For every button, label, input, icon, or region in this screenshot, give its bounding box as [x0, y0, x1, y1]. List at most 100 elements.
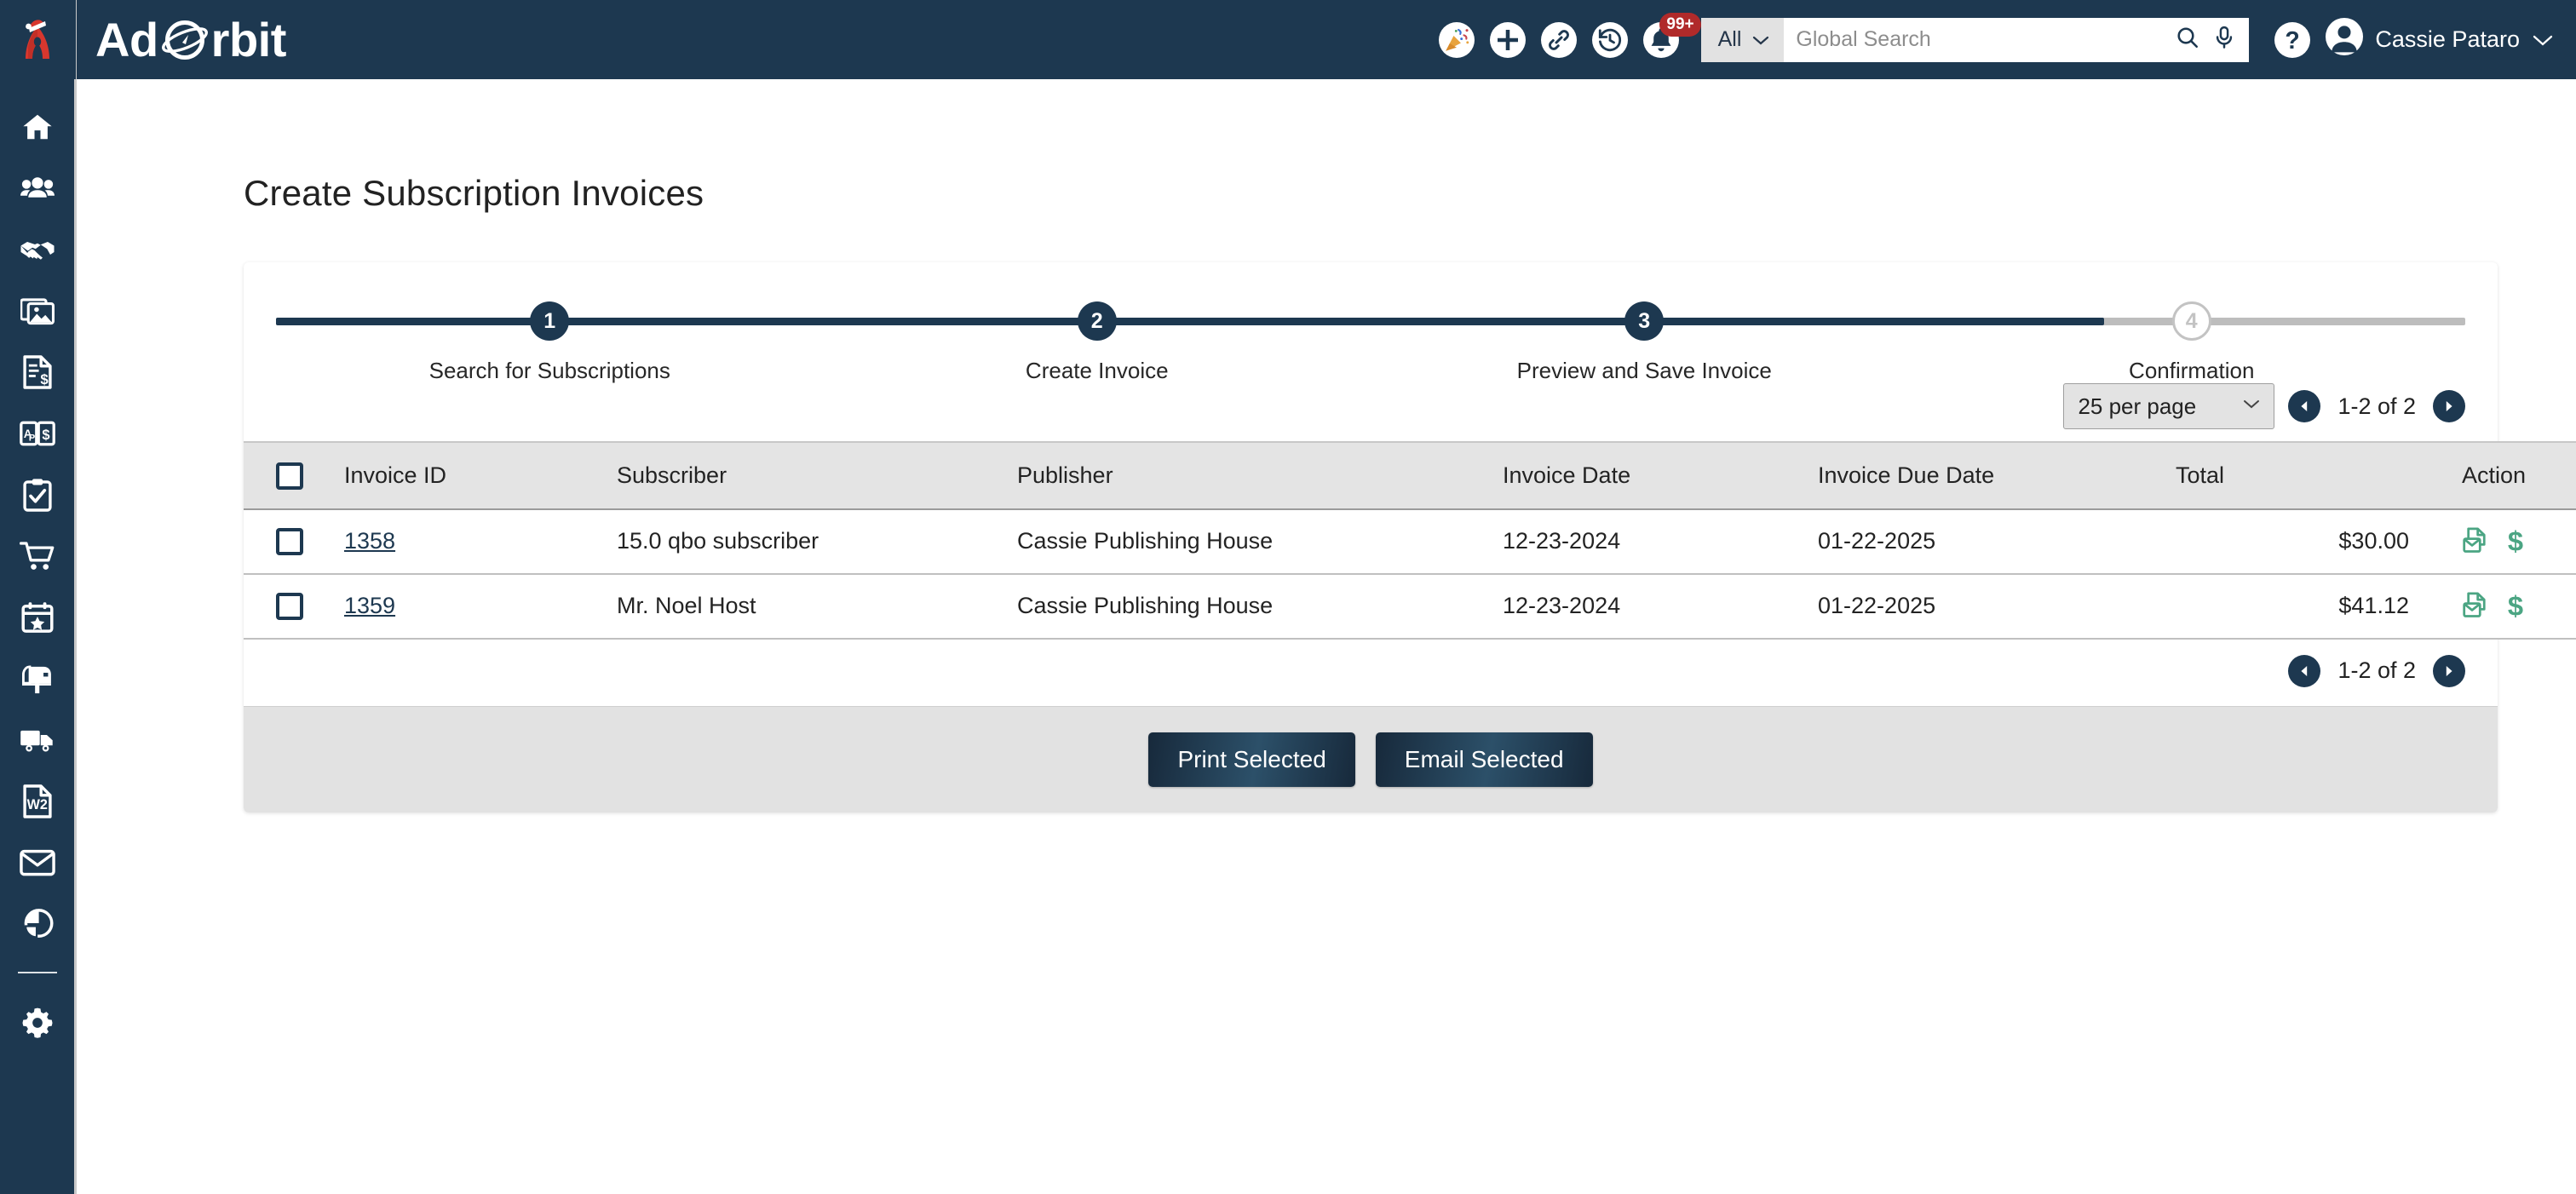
sidebar-item-payroll[interactable]: W2 — [0, 771, 76, 832]
column-header-publisher[interactable]: Publisher — [1017, 442, 1503, 509]
sidebar-divider — [18, 972, 57, 973]
invoice-id-link[interactable]: 1358 — [344, 528, 395, 554]
step-label-2: Create Invoice — [1026, 358, 1169, 384]
rocket-santa-logo-icon — [18, 16, 57, 64]
cell-invoice-date: 12-23-2024 — [1503, 509, 1818, 574]
column-header-invoice-id[interactable]: Invoice ID — [344, 442, 617, 509]
sidebar-item-reports[interactable] — [0, 893, 76, 955]
step-number-1[interactable]: 1 — [530, 301, 569, 341]
global-search: All — [1701, 18, 2250, 62]
stepper-step-2[interactable]: 2 Create Invoice — [824, 301, 1371, 384]
svg-text:$: $ — [2508, 592, 2523, 621]
payment-dollar-icon[interactable]: $ — [2506, 527, 2525, 556]
truck-icon — [20, 727, 55, 753]
step-label-3: Preview and Save Invoice — [1517, 358, 1772, 384]
row-checkbox[interactable] — [276, 528, 303, 555]
select-all-checkbox[interactable] — [276, 462, 303, 490]
sidebar-item-contacts[interactable] — [0, 158, 76, 219]
column-header-invoice-due-date[interactable]: Invoice Due Date — [1818, 442, 2176, 509]
user-name: Cassie Pataro — [2375, 26, 2520, 53]
pagination-prev-button-bottom[interactable] — [2288, 655, 2320, 687]
stepper-step-4[interactable]: 4 Confirmation — [1918, 301, 2466, 384]
sidebar-item-settings[interactable] — [0, 992, 76, 1053]
per-page-wrap: 25 per page 50 per page 100 per page — [2063, 383, 2274, 429]
per-page-select[interactable]: 25 per page 50 per page 100 per page — [2063, 383, 2274, 429]
link-icon[interactable] — [1541, 22, 1577, 58]
stepper-track: 1 Search for Subscriptions 2 Create Invo… — [276, 301, 2465, 341]
caret-left-icon — [2297, 663, 2312, 679]
svg-text:$: $ — [42, 428, 49, 443]
sidebar-item-accounts-payable[interactable]: A P $ — [0, 403, 76, 464]
brand-logo[interactable]: Ad rbit — [95, 12, 286, 67]
cell-invoice-date: 12-23-2024 — [1503, 574, 1818, 639]
page-title: Create Subscription Invoices — [244, 173, 2576, 214]
svg-text:?: ? — [2286, 27, 2300, 55]
pagination-next-button-top[interactable] — [2433, 390, 2465, 422]
select-all-header — [244, 442, 344, 509]
step-number-3[interactable]: 3 — [1624, 301, 1664, 341]
invoice-id-link[interactable]: 1359 — [344, 593, 395, 618]
email-invoice-icon[interactable] — [2462, 527, 2487, 556]
cell-total: $30.00 — [2176, 509, 2431, 574]
help-button[interactable]: ? — [2274, 22, 2310, 58]
step-number-4[interactable]: 4 — [2172, 301, 2211, 341]
search-input[interactable] — [1784, 18, 2176, 62]
svg-text:$: $ — [40, 371, 49, 387]
w2-document-icon: W2 — [23, 784, 52, 818]
table-header-row: Invoice ID Subscriber Publisher Invoice … — [244, 442, 2576, 509]
add-icon[interactable] — [1490, 22, 1526, 58]
card-action-bar: Print Selected Email Selected — [244, 706, 2498, 812]
sidebar-item-invoices[interactable]: $ — [0, 342, 76, 403]
microphone-icon[interactable] — [2213, 26, 2235, 54]
email-invoice-icon[interactable] — [2462, 592, 2487, 621]
print-selected-button[interactable]: Print Selected — [1148, 732, 1354, 787]
images-icon — [20, 296, 55, 326]
email-selected-button[interactable]: Email Selected — [1376, 732, 1593, 787]
caret-right-icon — [2441, 399, 2457, 414]
sidebar-item-email[interactable] — [0, 832, 76, 893]
sidebar-item-subscriptions[interactable] — [0, 648, 76, 709]
sidebar-item-sales[interactable] — [0, 219, 76, 280]
sidebar-item-media[interactable] — [0, 280, 76, 342]
wizard-stepper: 1 Search for Subscriptions 2 Create Invo… — [244, 262, 2498, 365]
step-label-1: Search for Subscriptions — [429, 358, 670, 384]
step-number-2[interactable]: 2 — [1078, 301, 1117, 341]
column-header-invoice-date[interactable]: Invoice Date — [1503, 442, 1818, 509]
payment-dollar-icon[interactable]: $ — [2506, 592, 2525, 621]
history-icon[interactable] — [1592, 22, 1628, 58]
search-icon[interactable] — [2176, 26, 2199, 54]
svg-text:P: P — [28, 433, 35, 443]
cell-invoice-id: 1359 — [344, 574, 617, 639]
svg-text:$: $ — [2508, 527, 2523, 556]
sidebar-item-distribution[interactable] — [0, 709, 76, 771]
row-checkbox[interactable] — [276, 593, 303, 620]
cell-subscriber: Mr. Noel Host — [617, 574, 1017, 639]
sidebar-item-orders[interactable] — [0, 525, 76, 587]
handshake-icon — [20, 237, 55, 262]
invoice-card: 1 Search for Subscriptions 2 Create Invo… — [244, 262, 2498, 812]
column-header-total[interactable]: Total — [2176, 442, 2431, 509]
user-menu[interactable]: Cassie Pataro — [2326, 18, 2554, 61]
users-icon — [20, 172, 55, 204]
pagination-prev-button-top[interactable] — [2288, 390, 2320, 422]
sidebar-item-home[interactable] — [0, 96, 76, 158]
pagination-next-button-bottom[interactable] — [2433, 655, 2465, 687]
cell-total: $41.12 — [2176, 574, 2431, 639]
party-popper-icon[interactable] — [1439, 22, 1475, 58]
column-header-subscriber[interactable]: Subscriber — [617, 442, 1017, 509]
main-area: Ad rbit — [77, 0, 2576, 1194]
sidebar-item-tasks[interactable] — [0, 464, 76, 525]
cell-subscriber: 15.0 qbo subscriber — [617, 509, 1017, 574]
search-scope-dropdown[interactable]: All — [1701, 18, 1785, 62]
home-icon — [21, 111, 54, 143]
sidebar-logo[interactable] — [0, 0, 76, 79]
notifications-bell-icon[interactable]: 99+ — [1643, 22, 1679, 58]
brand-text-rbit: rbit — [211, 12, 286, 67]
sidebar-item-events[interactable] — [0, 587, 76, 648]
top-bar-icons: 99+ — [1439, 22, 1679, 58]
cell-invoice-due-date: 01-22-2025 — [1818, 509, 2176, 574]
table-head: Invoice ID Subscriber Publisher Invoice … — [244, 442, 2576, 509]
row-select-cell — [244, 509, 344, 574]
stepper-step-3[interactable]: 3 Preview and Save Invoice — [1371, 301, 1918, 384]
stepper-step-1[interactable]: 1 Search for Subscriptions — [276, 301, 824, 384]
